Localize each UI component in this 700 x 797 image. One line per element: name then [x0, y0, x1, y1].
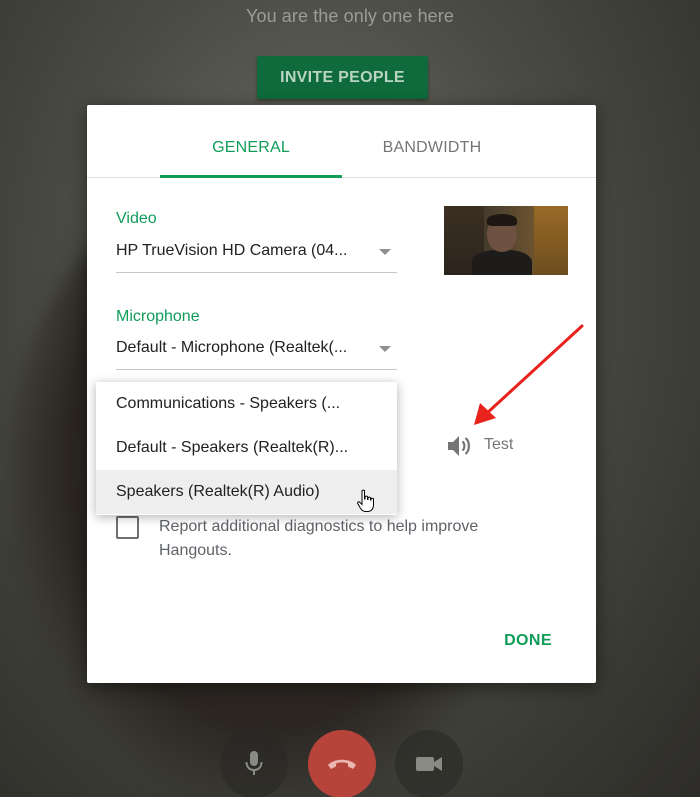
- camera-preview: [444, 206, 568, 275]
- video-select-value: HP TrueVision HD Camera (04...: [116, 242, 348, 259]
- speakers-dropdown-menu: Communications - Speakers (... Default -…: [96, 382, 397, 515]
- microphone-label: Microphone: [116, 308, 200, 325]
- speaker-option-realtek[interactable]: Speakers (Realtek(R) Audio): [96, 470, 397, 514]
- dropdown-caret-icon: [379, 249, 391, 255]
- test-speakers-button[interactable]: Test: [484, 436, 513, 454]
- active-tab-indicator: [160, 175, 342, 178]
- done-button[interactable]: DONE: [493, 625, 563, 657]
- video-select[interactable]: HP TrueVision HD Camera (04...: [116, 236, 397, 273]
- diagnostics-label: Report additional diagnostics to help im…: [159, 518, 479, 559]
- speaker-volume-icon[interactable]: [446, 433, 474, 459]
- mute-microphone-button[interactable]: [220, 730, 288, 797]
- alone-status-text: You are the only one here: [246, 6, 454, 26]
- invite-people-button[interactable]: INVITE PEOPLE: [257, 56, 428, 99]
- microphone-icon: [245, 751, 263, 775]
- video-camera-icon: [416, 757, 442, 771]
- settings-tabs: GENERAL BANDWIDTH: [87, 105, 596, 178]
- tab-general[interactable]: GENERAL: [160, 105, 342, 178]
- settings-dialog: GENERAL BANDWIDTH Video HP TrueVision HD…: [87, 105, 596, 683]
- microphone-select[interactable]: Default - Microphone (Realtek(...: [116, 333, 397, 370]
- speaker-option-communications[interactable]: Communications - Speakers (...: [96, 382, 397, 426]
- diagnostics-checkbox[interactable]: [116, 516, 139, 539]
- video-label: Video: [116, 210, 157, 227]
- dropdown-caret-icon: [379, 346, 391, 352]
- hand-pointer-cursor-icon: [357, 489, 374, 512]
- hang-up-icon: [328, 759, 356, 769]
- tab-bandwidth[interactable]: BANDWIDTH: [342, 105, 522, 178]
- hang-up-button[interactable]: [308, 730, 376, 797]
- microphone-select-value: Default - Microphone (Realtek(...: [116, 339, 348, 356]
- toggle-camera-button[interactable]: [395, 730, 463, 797]
- speaker-option-default[interactable]: Default - Speakers (Realtek(R)...: [96, 426, 397, 470]
